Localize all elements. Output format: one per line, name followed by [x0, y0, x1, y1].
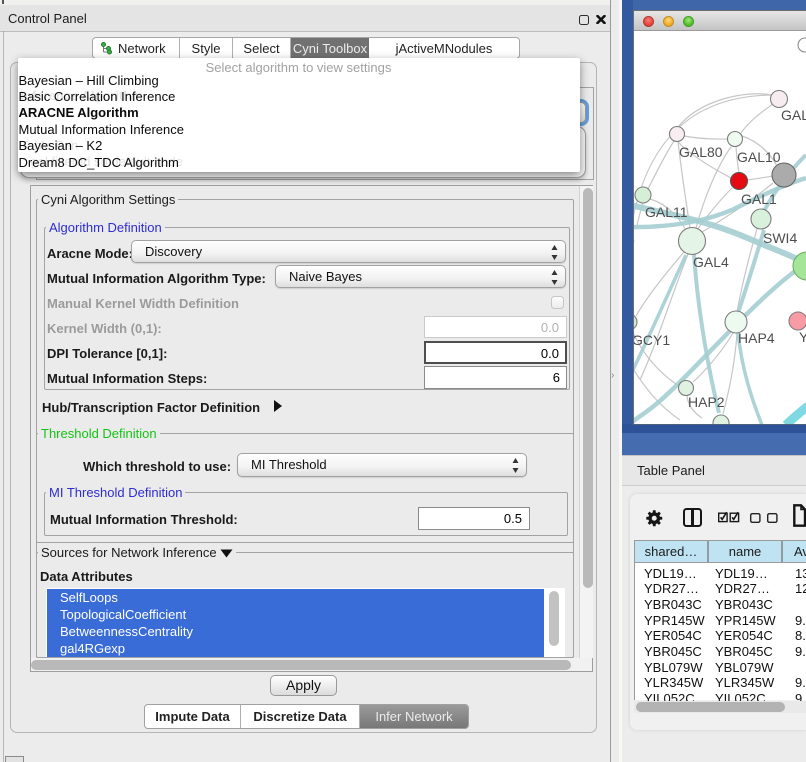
svg-text:HAP2: HAP2 [688, 394, 725, 410]
svg-text:GAL4: GAL4 [693, 254, 729, 270]
svg-text:GAL80: GAL80 [679, 144, 723, 160]
svg-text:GAL11: GAL11 [645, 204, 688, 220]
svg-text:GCY1: GCY1 [634, 332, 670, 348]
svg-text:GAL1: GAL1 [741, 191, 777, 207]
svg-text:SWI4: SWI4 [763, 230, 797, 246]
svg-text:GAL2: GAL2 [781, 107, 806, 123]
svg-text:GAL10: GAL10 [737, 149, 781, 165]
svg-text:YIL: YIL [799, 329, 806, 345]
svg-text:HAP4: HAP4 [738, 330, 775, 346]
